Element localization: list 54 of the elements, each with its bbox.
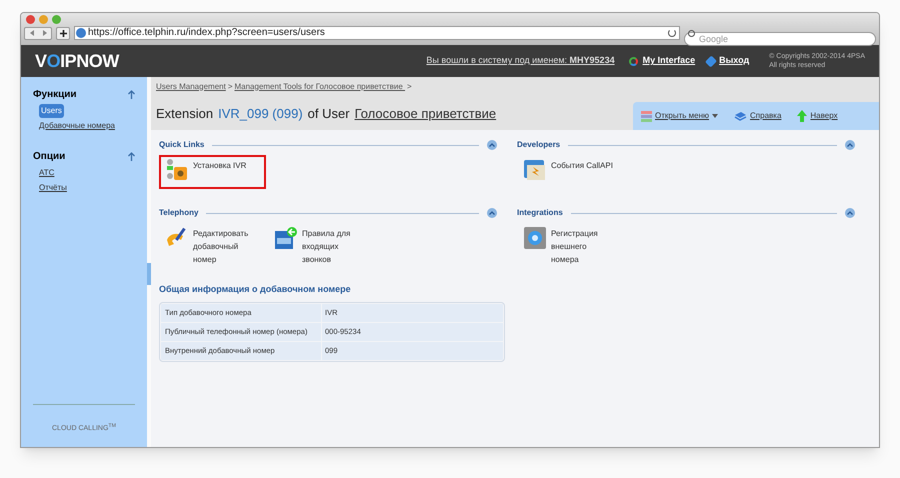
quick-link[interactable]: Правила для входящих звонков <box>268 223 367 273</box>
logout-link[interactable]: Выход <box>719 54 750 68</box>
breadcrumb-link[interactable]: Management Tools for Голосовое приветствие <box>234 80 406 92</box>
section-title: Quick Links <box>159 139 204 151</box>
collapse-icon[interactable] <box>845 140 855 150</box>
toolbar-link[interactable]: Открыть меню <box>655 110 710 122</box>
user-link[interactable]: Голосовое приветствие <box>354 104 496 123</box>
extension-name: IVR_099 (099) <box>218 104 303 123</box>
search-icon <box>688 30 695 36</box>
toolbar-link[interactable]: Справка <box>750 110 782 122</box>
quick-link[interactable]: Регистрация внешнего номера <box>517 223 616 273</box>
add-bookmark-button[interactable] <box>56 26 70 40</box>
sidebar-section-title: Функции <box>33 88 77 102</box>
section-title: Integrations <box>517 207 563 219</box>
breadcrumb-separator: > <box>407 80 412 92</box>
breadcrumb-link[interactable]: Users Management <box>156 80 226 92</box>
sidebar-item[interactable]: Users <box>39 104 64 118</box>
search-field[interactable]: Google <box>684 32 876 46</box>
toolbar-link[interactable]: Наверх <box>810 110 838 122</box>
info-title: Общая информация о добавочном номере <box>159 283 352 296</box>
section-title: Developers <box>517 139 560 151</box>
page-title: of User <box>308 104 350 122</box>
page-title: Extension <box>156 104 214 122</box>
list-icon <box>641 110 652 122</box>
section-title: Telephony <box>159 207 198 219</box>
breadcrumb-separator: > <box>228 80 232 92</box>
gear-panel-icon <box>523 226 547 250</box>
up-arrow-icon[interactable] <box>128 152 135 161</box>
quick-link[interactable]: Редактировать добавочный номер <box>159 223 258 273</box>
quick-link[interactable]: Установка IVR <box>159 155 266 189</box>
window-lightning-icon <box>523 158 547 182</box>
globe-icon <box>76 28 86 38</box>
sidebar-item[interactable]: Отчёты <box>39 181 67 195</box>
address-field[interactable]: https://office.telphin.ru/index.php?screen=users/users <box>74 26 680 40</box>
sidebar-toggle[interactable] <box>147 263 151 285</box>
sidebar-section-title: Опции <box>33 150 66 164</box>
logo[interactable]: VOIPNOW <box>35 48 119 74</box>
collapse-icon[interactable] <box>487 208 497 218</box>
plus-icon <box>60 30 66 36</box>
window-arrow-icon <box>274 226 298 250</box>
sidebar-item[interactable]: Добавочные номера <box>39 119 115 133</box>
close-window-icon[interactable] <box>26 15 35 24</box>
collapse-icon[interactable] <box>487 140 497 150</box>
my-interface-link[interactable]: My Interface <box>642 54 696 68</box>
quick-link[interactable]: События CallAPI <box>517 155 616 189</box>
color-ring-icon <box>628 56 638 66</box>
up-arrow-icon <box>797 110 808 122</box>
up-arrow-icon[interactable] <box>128 90 135 99</box>
login-link[interactable]: Вы вошли в систему под именем: MHY95234 <box>426 54 615 68</box>
user-tower-icon <box>165 158 189 182</box>
collapse-icon[interactable] <box>845 208 855 218</box>
dropdown-caret-icon[interactable] <box>712 114 718 118</box>
sidebar-item[interactable]: АТС <box>39 166 54 180</box>
reload-icon[interactable] <box>668 29 676 37</box>
